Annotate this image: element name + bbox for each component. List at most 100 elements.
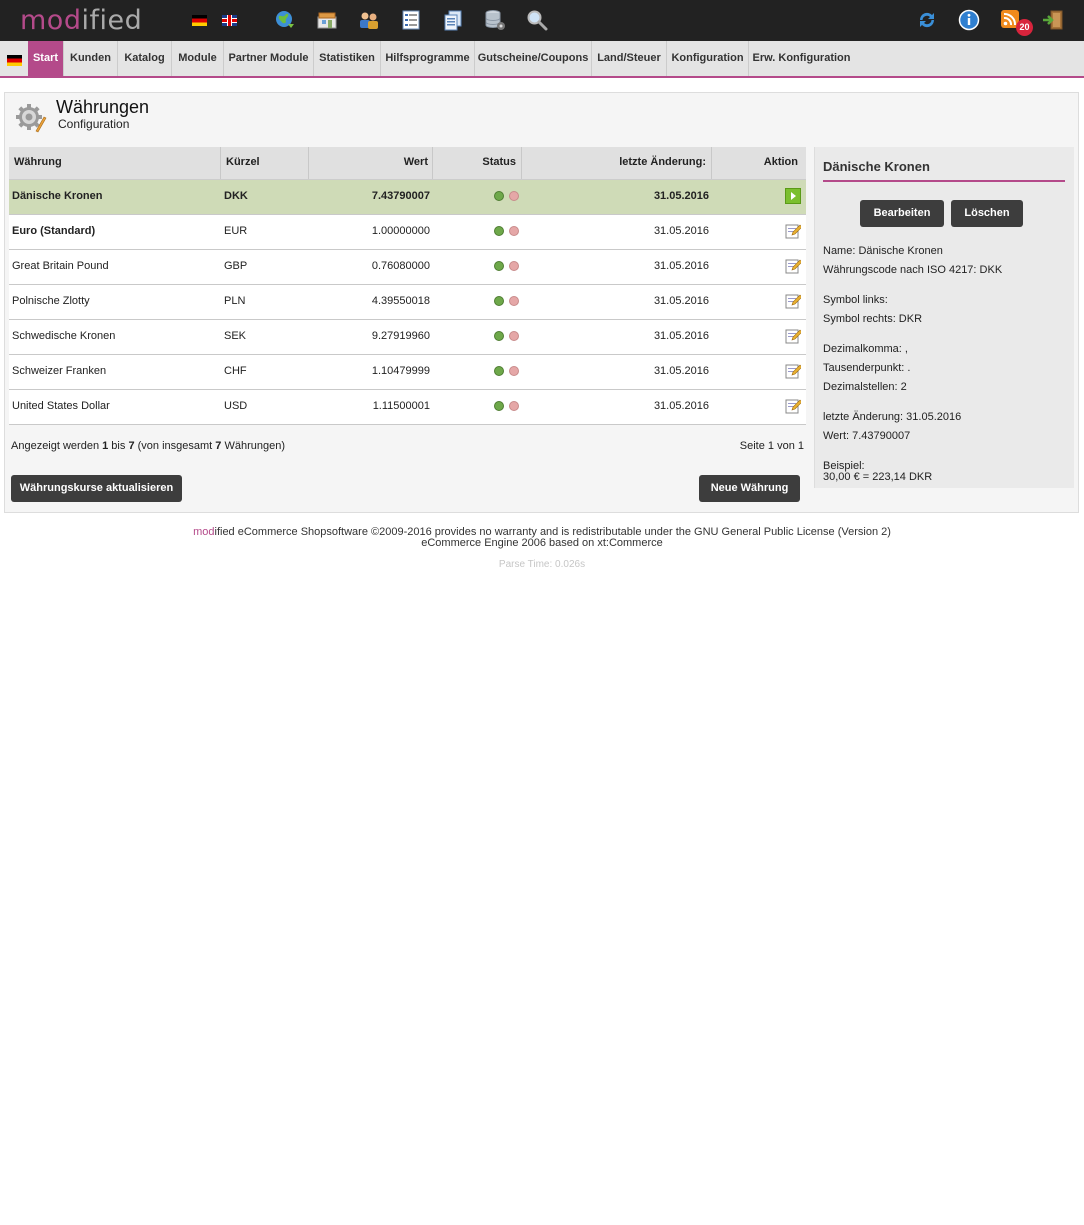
flag-uk-icon[interactable] — [222, 15, 237, 26]
status-active-icon[interactable] — [494, 331, 504, 341]
shop-icon[interactable] — [316, 9, 338, 31]
info-icon[interactable] — [958, 9, 980, 31]
cell-code: PLN — [224, 295, 246, 307]
header-separator — [521, 147, 522, 179]
cell-code: EUR — [224, 225, 248, 237]
header-separator — [220, 147, 221, 179]
cell-value: 9.27919960 — [371, 330, 430, 342]
flag-de-icon[interactable] — [192, 15, 207, 26]
cell-last-change: 31.05.2016 — [653, 190, 709, 202]
edit-icon[interactable] — [785, 223, 803, 239]
nav-module[interactable]: Module — [172, 41, 224, 76]
edit-button[interactable]: Bearbeiten — [860, 200, 944, 227]
header-code[interactable]: Kürzel — [226, 147, 260, 179]
edit-icon[interactable] — [785, 398, 803, 414]
cell-value: 0.76080000 — [371, 260, 430, 272]
nav-kunden[interactable]: Kunden — [64, 41, 118, 76]
cell-value: 1.11500001 — [372, 400, 430, 412]
selected-arrow-icon[interactable] — [785, 188, 801, 204]
refresh-icon[interactable] — [916, 9, 938, 31]
cell-currency: Polnische Zlotty — [12, 295, 90, 307]
cell-code: USD — [224, 400, 248, 412]
edit-icon[interactable] — [785, 258, 803, 274]
cell-code: GBP — [224, 260, 248, 272]
paging-summary: Angezeigt werden 1 bis 7 (von insgesamt … — [11, 440, 285, 452]
detail-name: Name: Dänische Kronen — [823, 245, 943, 257]
status-inactive-icon[interactable] — [509, 226, 519, 236]
header-separator — [711, 147, 712, 179]
detail-iso-code: Währungscode nach ISO 4217: DKK — [823, 264, 1003, 276]
header-separator — [432, 147, 433, 179]
detail-decimal-point: Dezimalkomma: , — [823, 343, 908, 355]
nav-erw-konfiguration[interactable]: Erw. Konfiguration — [749, 41, 854, 76]
cell-currency: Euro (Standard) — [12, 225, 96, 237]
cell-currency: Dänische Kronen — [12, 190, 103, 202]
detail-symbol-left: Symbol links: — [823, 294, 888, 306]
detail-thousands-point: Tausenderpunkt: . — [823, 362, 911, 374]
logout-icon[interactable] — [1042, 9, 1064, 31]
header-currency[interactable]: Währung — [14, 147, 62, 179]
details-divider — [823, 180, 1065, 182]
nav-katalog[interactable]: Katalog — [118, 41, 172, 76]
cell-currency: Great Britain Pound — [12, 260, 109, 272]
cell-code: SEK — [224, 330, 247, 342]
status-inactive-icon[interactable] — [509, 366, 519, 376]
nav-start[interactable]: Start — [28, 41, 64, 76]
language-flag-icon[interactable] — [7, 55, 22, 66]
status-inactive-icon[interactable] — [509, 331, 519, 341]
search-icon[interactable] — [526, 9, 548, 31]
nav-gutscheine-coupons[interactable]: Gutscheine/Coupons — [475, 41, 592, 76]
edit-icon[interactable] — [785, 363, 803, 379]
status-active-icon[interactable] — [494, 261, 504, 271]
details-title: Dänische Kronen — [823, 159, 930, 174]
nav-partner-module[interactable]: Partner Module — [224, 41, 314, 76]
nav-hilfsprogramme[interactable]: Hilfsprogramme — [381, 41, 475, 76]
nav-statistiken[interactable]: Statistiken — [314, 41, 381, 76]
status-inactive-icon[interactable] — [509, 261, 519, 271]
cell-value: 1.10479999 — [371, 365, 430, 377]
status-inactive-icon[interactable] — [509, 296, 519, 306]
cell-value: 1.00000000 — [371, 225, 430, 237]
update-rates-button[interactable]: Währungskurse aktualisieren — [11, 475, 182, 502]
header-status[interactable]: Status — [434, 147, 516, 179]
status-active-icon[interactable] — [494, 401, 504, 411]
status-active-icon[interactable] — [494, 296, 504, 306]
edit-icon[interactable] — [785, 328, 803, 344]
header-separator — [308, 147, 309, 179]
new-currency-button[interactable]: Neue Währung — [699, 475, 800, 502]
nav-konfiguration[interactable]: Konfiguration — [667, 41, 749, 76]
cell-last-change: 31.05.2016 — [653, 330, 709, 342]
header-value[interactable]: Wert — [310, 147, 428, 179]
status-active-icon[interactable] — [494, 191, 504, 201]
globe-icon[interactable] — [274, 9, 296, 31]
cell-value: 4.39550018 — [371, 295, 430, 307]
customers-icon[interactable] — [358, 9, 380, 31]
database-icon[interactable] — [484, 9, 506, 31]
edit-icon[interactable] — [785, 293, 803, 309]
status-inactive-icon[interactable] — [509, 401, 519, 411]
nav-land-steuer[interactable]: Land/Steuer — [592, 41, 667, 76]
cell-last-change: 31.05.2016 — [653, 295, 709, 307]
detail-symbol-right: Symbol rechts: DKR — [823, 313, 923, 325]
logo[interactable]: modified — [20, 5, 142, 36]
status-active-icon[interactable] — [494, 226, 504, 236]
delete-button[interactable]: Löschen — [951, 200, 1023, 227]
engine-line: eCommerce Engine 2006 based on xt:Commer… — [421, 537, 663, 549]
cell-currency: Schweizer Franken — [12, 365, 107, 377]
status-active-icon[interactable] — [494, 366, 504, 376]
header-last-change[interactable]: letzte Änderung: — [524, 147, 706, 179]
detail-decimal-places: Dezimalstellen: 2 — [823, 381, 907, 393]
orders-list-icon[interactable] — [400, 9, 422, 31]
settings-gear-icon — [14, 101, 47, 134]
cell-code: DKK — [224, 190, 248, 202]
cell-last-change: 31.05.2016 — [653, 225, 709, 237]
page-subtitle: Configuration — [58, 117, 130, 131]
cell-value: 7.43790007 — [371, 190, 430, 202]
detail-value: Wert: 7.43790007 — [823, 430, 911, 442]
status-inactive-icon[interactable] — [509, 191, 519, 201]
page-info: Seite 1 von 1 — [739, 440, 804, 452]
cell-code: CHF — [224, 365, 247, 377]
documents-icon[interactable] — [442, 9, 464, 31]
cell-last-change: 31.05.2016 — [653, 260, 709, 272]
notification-badge: 20 — [1016, 19, 1033, 36]
